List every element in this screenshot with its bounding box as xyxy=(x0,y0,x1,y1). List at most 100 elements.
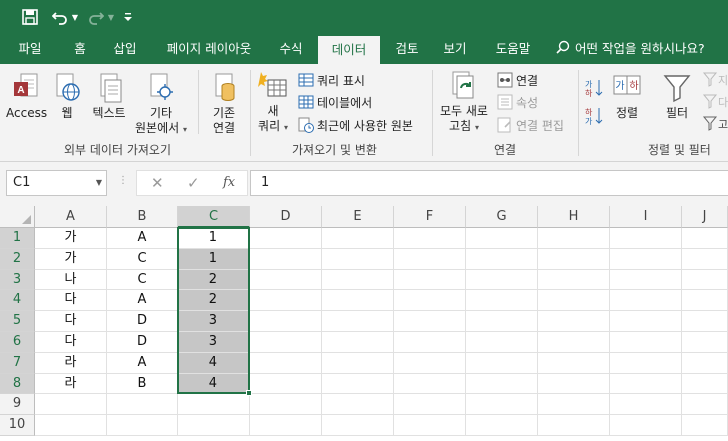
cell-h2[interactable] xyxy=(538,248,610,270)
cell-e3[interactable] xyxy=(322,269,394,291)
chevron-down-icon[interactable]: ▼ xyxy=(96,171,102,195)
cell-i7[interactable] xyxy=(610,352,682,374)
edit-links-button[interactable]: 연결 편집 xyxy=(497,115,564,135)
row-header-1[interactable]: 1 xyxy=(0,228,35,249)
cell-d2[interactable] xyxy=(250,248,322,270)
cell-f1[interactable] xyxy=(394,228,466,249)
cell-g10[interactable] xyxy=(466,415,538,436)
cell-c1[interactable]: 1 xyxy=(178,228,250,249)
show-queries-button[interactable]: 쿼리 표시 xyxy=(298,70,365,90)
sort-ascending-button[interactable]: 가하 xyxy=(584,78,604,98)
undo-dropdown-icon[interactable]: ▼ xyxy=(70,6,80,28)
undo-icon[interactable] xyxy=(50,6,70,28)
row-header-4[interactable]: 4 xyxy=(0,290,35,312)
tell-me-box[interactable]: 어떤 작업을 원하시나요? xyxy=(556,34,728,64)
cell-a10[interactable] xyxy=(35,415,107,436)
cell-d9[interactable] xyxy=(250,394,322,416)
cell-c10[interactable] xyxy=(178,415,250,436)
insert-function-button[interactable]: fx xyxy=(223,175,235,190)
redo-icon[interactable] xyxy=(86,6,106,28)
row-header-8[interactable]: 8 xyxy=(0,373,35,395)
column-header-f[interactable]: F xyxy=(394,206,466,228)
from-access-button[interactable]: A Access xyxy=(6,72,47,121)
cell-h3[interactable] xyxy=(538,269,610,291)
column-header-i[interactable]: I xyxy=(610,206,682,228)
cell-i10[interactable] xyxy=(610,415,682,436)
cell-i2[interactable] xyxy=(610,248,682,270)
from-other-sources-button[interactable]: 기타 원본에서 ▾ xyxy=(132,72,190,137)
properties-button[interactable]: 속성 xyxy=(497,92,538,112)
cell-f3[interactable] xyxy=(394,269,466,291)
cell-i6[interactable] xyxy=(610,332,682,353)
from-text-button[interactable]: 텍스트 xyxy=(88,72,130,121)
cell-b5[interactable]: D xyxy=(107,311,178,332)
cell-c9[interactable] xyxy=(178,394,250,416)
cell-c6[interactable]: 3 xyxy=(178,332,250,353)
cell-g6[interactable] xyxy=(466,332,538,353)
cell-h8[interactable] xyxy=(538,373,610,395)
tab-review[interactable]: 검토 xyxy=(386,34,428,64)
cell-d3[interactable] xyxy=(250,269,322,291)
cell-h5[interactable] xyxy=(538,311,610,332)
column-header-e[interactable]: E xyxy=(322,206,394,228)
cell-b10[interactable] xyxy=(107,415,178,436)
cell-h1[interactable] xyxy=(538,228,610,249)
cell-f6[interactable] xyxy=(394,332,466,353)
formula-input[interactable]: 1 xyxy=(250,170,728,196)
cell-i9[interactable] xyxy=(610,394,682,416)
cell-c5[interactable]: 3 xyxy=(178,311,250,332)
cell-j8[interactable] xyxy=(682,373,728,395)
cell-j6[interactable] xyxy=(682,332,728,353)
cell-j9[interactable] xyxy=(682,394,728,416)
cell-b7[interactable]: A xyxy=(107,352,178,374)
cell-h10[interactable] xyxy=(538,415,610,436)
column-header-h[interactable]: H xyxy=(538,206,610,228)
cancel-icon[interactable]: ✕ xyxy=(151,174,164,192)
cell-e1[interactable] xyxy=(322,228,394,249)
cell-j7[interactable] xyxy=(682,352,728,374)
row-header-10[interactable]: 10 xyxy=(0,415,35,436)
cell-a5[interactable]: 다 xyxy=(35,311,107,332)
cell-i3[interactable] xyxy=(610,269,682,291)
cell-g3[interactable] xyxy=(466,269,538,291)
row-header-2[interactable]: 2 xyxy=(0,248,35,270)
cell-g7[interactable] xyxy=(466,352,538,374)
cell-f9[interactable] xyxy=(394,394,466,416)
column-header-b[interactable]: B xyxy=(107,206,178,228)
cell-a2[interactable]: 가 xyxy=(35,248,107,270)
tab-data[interactable]: 데이터 xyxy=(318,36,380,64)
cell-b3[interactable]: C xyxy=(107,269,178,291)
cell-e4[interactable] xyxy=(322,290,394,312)
cell-c2[interactable]: 1 xyxy=(178,248,250,270)
select-all-button[interactable] xyxy=(0,206,35,228)
column-header-c[interactable]: C xyxy=(178,206,250,228)
filter-button[interactable]: 필터 xyxy=(660,72,694,121)
cell-c3[interactable]: 2 xyxy=(178,269,250,291)
cell-e7[interactable] xyxy=(322,352,394,374)
customize-qat-icon[interactable] xyxy=(120,6,136,28)
refresh-all-button[interactable]: 모두 새로 고침 ▾ xyxy=(436,70,492,135)
cell-c7[interactable]: 4 xyxy=(178,352,250,374)
cell-g9[interactable] xyxy=(466,394,538,416)
cell-g2[interactable] xyxy=(466,248,538,270)
fill-handle[interactable] xyxy=(246,390,252,397)
recent-sources-button[interactable]: 최근에 사용한 원본 xyxy=(298,115,413,135)
cell-d5[interactable] xyxy=(250,311,322,332)
resize-handle-icon[interactable]: ⋮ xyxy=(118,175,128,186)
cell-j5[interactable] xyxy=(682,311,728,332)
column-header-g[interactable]: G xyxy=(466,206,538,228)
cell-i8[interactable] xyxy=(610,373,682,395)
cell-e2[interactable] xyxy=(322,248,394,270)
sort-button[interactable]: 가하 정렬 xyxy=(610,72,644,121)
cell-f8[interactable] xyxy=(394,373,466,395)
row-header-9[interactable]: 9 xyxy=(0,394,35,416)
cell-c4[interactable]: 2 xyxy=(178,290,250,312)
cell-b8[interactable]: B xyxy=(107,373,178,395)
cell-a1[interactable]: 가 xyxy=(35,228,107,249)
cell-g8[interactable] xyxy=(466,373,538,395)
cell-i4[interactable] xyxy=(610,290,682,312)
from-table-button[interactable]: 테이블에서 xyxy=(298,92,372,112)
cell-d6[interactable] xyxy=(250,332,322,353)
cell-b2[interactable]: C xyxy=(107,248,178,270)
column-header-d[interactable]: D xyxy=(250,206,322,228)
